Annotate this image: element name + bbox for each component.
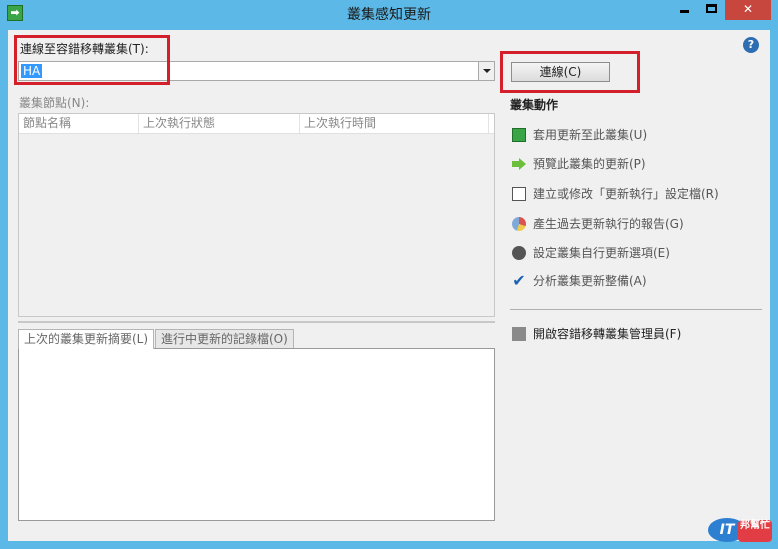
action-analyze-readiness-label: 分析叢集更新整備(A) xyxy=(533,274,647,288)
cau-window: ➡ 叢集感知更新 ✕ ? 連線至容錯移轉叢集(T): HA 連線(C) 叢集節點… xyxy=(0,0,778,549)
maximize-icon xyxy=(706,4,717,13)
document-icon xyxy=(512,186,526,201)
action-preview-updates-label: 預覽此叢集的更新(P) xyxy=(533,157,646,171)
action-run-profile[interactable]: 建立或修改「更新執行」設定檔(R) xyxy=(512,185,719,203)
ithome-watermark: IT 邦幫忙 xyxy=(708,518,772,546)
column-header-node-name[interactable]: 節點名稱 xyxy=(19,114,139,133)
cluster-manager-icon xyxy=(512,326,526,341)
column-header-last-run-status[interactable]: 上次執行狀態 xyxy=(139,114,300,133)
connect-label: 連線至容錯移轉叢集(T): xyxy=(20,42,149,56)
tab-last-update-summary[interactable]: 上次的叢集更新摘要(L) xyxy=(18,329,155,349)
close-button[interactable]: ✕ xyxy=(725,0,771,20)
action-self-updating-options[interactable]: 設定叢集自行更新選項(E) xyxy=(512,244,670,262)
apply-updates-icon xyxy=(512,127,526,142)
nodes-label: 叢集節點(N): xyxy=(19,96,90,110)
window-title: 叢集感知更新 xyxy=(347,7,431,23)
cluster-actions-header: 叢集動作 xyxy=(510,98,559,112)
help-icon[interactable]: ? xyxy=(743,37,759,53)
action-open-cluster-manager-label: 開啟容錯移轉叢集管理員(F) xyxy=(533,327,682,341)
action-generate-report[interactable]: 產生過去更新執行的報告(G) xyxy=(512,215,684,233)
action-analyze-readiness[interactable]: ✔ 分析叢集更新整備(A) xyxy=(512,270,647,290)
title-bar[interactable]: ➡ 叢集感知更新 ✕ xyxy=(0,0,778,26)
checkmark-icon: ✔ xyxy=(512,270,526,290)
client-area: ? 連線至容錯移轉叢集(T): HA 連線(C) 叢集節點(N): 節點名稱 上… xyxy=(8,30,770,541)
minimize-button[interactable] xyxy=(671,0,698,20)
action-preview-updates[interactable]: 預覽此叢集的更新(P) xyxy=(512,155,646,173)
panel-splitter[interactable] xyxy=(18,321,495,323)
watermark-text: 邦幫忙 xyxy=(738,520,772,542)
nodes-grid-header: 節點名稱 上次執行狀態 上次執行時間 xyxy=(19,114,494,134)
cluster-combobox-value[interactable]: HA xyxy=(21,64,43,78)
minimize-icon xyxy=(680,10,689,13)
tab-in-progress-log[interactable]: 進行中更新的記錄檔(O) xyxy=(155,329,294,348)
action-self-updating-options-label: 設定叢集自行更新選項(E) xyxy=(533,246,670,260)
connect-button[interactable]: 連線(C) xyxy=(511,62,610,82)
action-apply-updates[interactable]: 套用更新至此叢集(U) xyxy=(512,126,647,144)
summary-text-area xyxy=(18,348,495,521)
preview-arrow-icon xyxy=(512,157,526,171)
action-apply-updates-label: 套用更新至此叢集(U) xyxy=(533,128,648,142)
cluster-combobox[interactable]: HA xyxy=(18,61,495,81)
chevron-down-icon xyxy=(483,69,491,73)
maximize-button[interactable] xyxy=(698,0,725,20)
combobox-dropdown-button[interactable] xyxy=(478,62,494,80)
column-header-last-run-time[interactable]: 上次執行時間 xyxy=(300,114,489,133)
action-run-profile-label: 建立或修改「更新執行」設定檔(R) xyxy=(533,187,719,201)
nodes-grid[interactable]: 節點名稱 上次執行狀態 上次執行時間 xyxy=(18,113,495,317)
action-generate-report-label: 產生過去更新執行的報告(G) xyxy=(533,217,684,231)
close-icon: ✕ xyxy=(742,2,754,16)
actions-divider xyxy=(510,309,762,310)
action-open-cluster-manager[interactable]: 開啟容錯移轉叢集管理員(F) xyxy=(512,325,681,343)
report-chart-icon xyxy=(512,216,526,231)
gear-icon xyxy=(512,245,526,260)
